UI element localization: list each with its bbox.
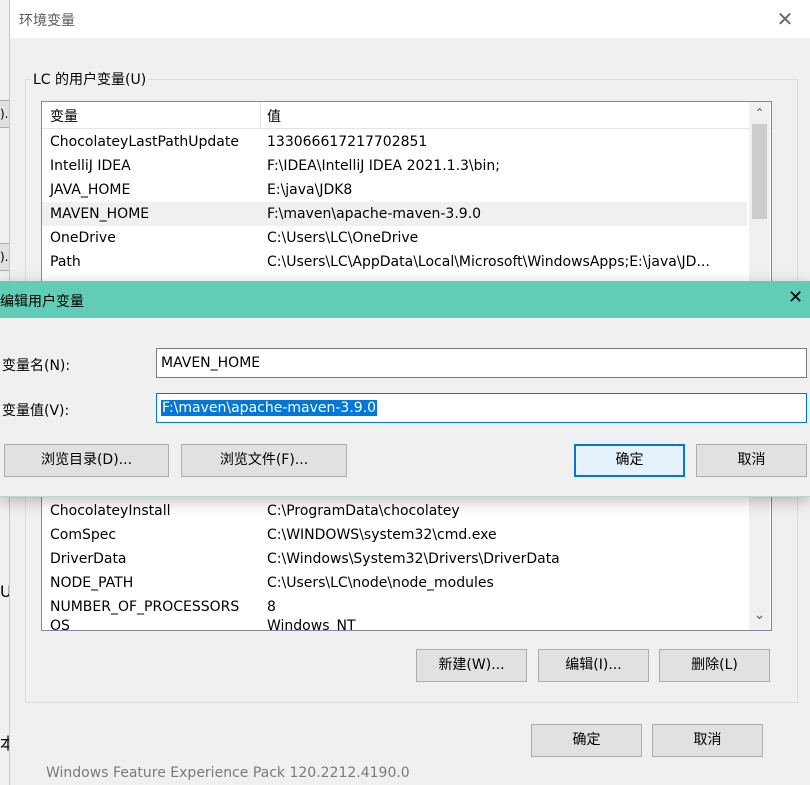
user-variables-label: LC 的用户变量(U) — [31, 69, 149, 89]
edit-user-variable-dialog: 编辑用户变量 ✕ 变量名(N): MAVEN_HOME 变量值(V): F:\m… — [0, 281, 810, 497]
table-row[interactable]: ChocolateyInstall C:\ProgramData\chocola… — [42, 499, 747, 523]
cancel-button[interactable]: 取消 — [652, 724, 763, 757]
variable-value: Windows_NT — [267, 619, 356, 630]
variable-value: F:\maven\apache-maven-3.9.0 — [267, 206, 482, 222]
selected-value-text: F:\maven\apache-maven-3.9.0 — [161, 400, 378, 416]
variable-value: C:\Windows\System32\Drivers\DriverData — [267, 551, 560, 567]
variable-value: 8 — [267, 599, 276, 615]
variable-name: ChocolateyLastPathUpdate — [50, 134, 239, 150]
dialog-titlebar: 编辑用户变量 ✕ — [0, 281, 810, 318]
browse-file-button[interactable]: 浏览文件(F)... — [181, 444, 347, 477]
table-row[interactable]: NODE_PATH C:\Users\LC\node\node_modules — [42, 571, 747, 595]
variable-value: E:\java\JDK8 — [267, 182, 353, 198]
close-icon[interactable]: ✕ — [788, 287, 803, 308]
ok-button[interactable]: 确定 — [574, 444, 685, 477]
variable-name: OS — [50, 619, 70, 630]
close-icon[interactable]: ✕ — [770, 4, 800, 34]
variable-value: C:\WINDOWS\system32\cmd.exe — [267, 527, 497, 543]
scrollbar[interactable]: ⌃ — [749, 102, 770, 282]
table-row[interactable]: ComSpec C:\WINDOWS\system32\cmd.exe — [42, 523, 747, 547]
variable-name-label: 变量名(N): — [2, 358, 71, 374]
delete-button[interactable]: 删除(L) — [659, 649, 770, 682]
window-titlebar: 环境变量 ✕ — [10, 0, 810, 38]
variable-value: C:\Users\LC\OneDrive — [267, 230, 419, 246]
table-row[interactable]: OneDrive C:\Users\LC\OneDrive — [42, 226, 747, 250]
variable-name: DriverData — [50, 551, 127, 567]
dialog-title: 编辑用户变量 — [0, 294, 84, 310]
user-variables-list[interactable]: 变量 值 ChocolateyLastPathUpdate 1330666172… — [41, 101, 772, 283]
table-row[interactable]: NUMBER_OF_PROCESSORS 8 — [42, 595, 747, 619]
new-button[interactable]: 新建(W)... — [416, 649, 527, 682]
table-row-selected[interactable]: MAVEN_HOME F:\maven\apache-maven-3.9.0 — [42, 202, 747, 226]
variable-value: C:\Users\LC\AppData\Local\Microsoft\Wind… — [267, 254, 710, 270]
variable-value: C:\Users\LC\node\node_modules — [267, 575, 494, 591]
variable-name-input[interactable]: MAVEN_HOME — [156, 348, 807, 378]
column-header-value[interactable]: 值 — [267, 106, 281, 126]
background-footer-text: Windows Feature Experience Pack 120.2212… — [46, 766, 410, 781]
variable-name: ChocolateyInstall — [50, 503, 171, 519]
scrollbar-thumb[interactable] — [752, 124, 767, 219]
ok-button[interactable]: 确定 — [531, 724, 642, 757]
column-separator[interactable] — [260, 102, 261, 128]
scroll-up-icon[interactable]: ⌃ — [749, 102, 770, 122]
variable-name: NODE_PATH — [50, 575, 134, 591]
variable-name: MAVEN_HOME — [50, 206, 150, 222]
table-row[interactable]: JAVA_HOME E:\java\JDK8 — [42, 178, 747, 202]
cancel-button[interactable]: 取消 — [696, 444, 807, 477]
variable-value-input[interactable]: F:\maven\apache-maven-3.9.0 — [156, 393, 807, 423]
variable-name: IntelliJ IDEA — [50, 158, 131, 174]
variable-name: ComSpec — [50, 527, 117, 543]
variable-name: JAVA_HOME — [50, 182, 131, 198]
scrollbar[interactable]: ⌄ — [749, 490, 770, 630]
variable-name: NUMBER_OF_PROCESSORS — [50, 599, 240, 615]
scroll-down-icon[interactable]: ⌄ — [749, 606, 770, 628]
variable-name: Path — [50, 254, 81, 270]
variable-value: F:\IDEA\IntelliJ IDEA 2021.1.3\bin; — [267, 158, 501, 174]
browse-directory-button[interactable]: 浏览目录(D)... — [4, 444, 169, 477]
variable-value-label: 变量值(V): — [2, 403, 70, 419]
variable-value: 133066617217702851 — [267, 134, 428, 150]
table-row[interactable]: Path C:\Users\LC\AppData\Local\Microsoft… — [42, 250, 747, 274]
table-row[interactable]: IntelliJ IDEA F:\IDEA\IntelliJ IDEA 2021… — [42, 154, 747, 178]
column-header-variable[interactable]: 变量 — [50, 106, 78, 126]
system-variables-list[interactable]: ChocolateyInstall C:\ProgramData\chocola… — [41, 490, 772, 631]
edit-button[interactable]: 编辑(I)... — [538, 649, 649, 682]
table-row-partial[interactable]: OS Windows_NT — [42, 619, 747, 630]
table-row[interactable]: ChocolateyLastPathUpdate 133066617217702… — [42, 130, 747, 154]
table-row[interactable]: DriverData C:\Windows\System32\Drivers\D… — [42, 547, 747, 571]
variable-value: C:\ProgramData\chocolatey — [267, 503, 460, 519]
window-title: 环境变量 — [19, 13, 75, 29]
variable-name: OneDrive — [50, 230, 116, 246]
list-header: 变量 值 — [42, 102, 771, 129]
